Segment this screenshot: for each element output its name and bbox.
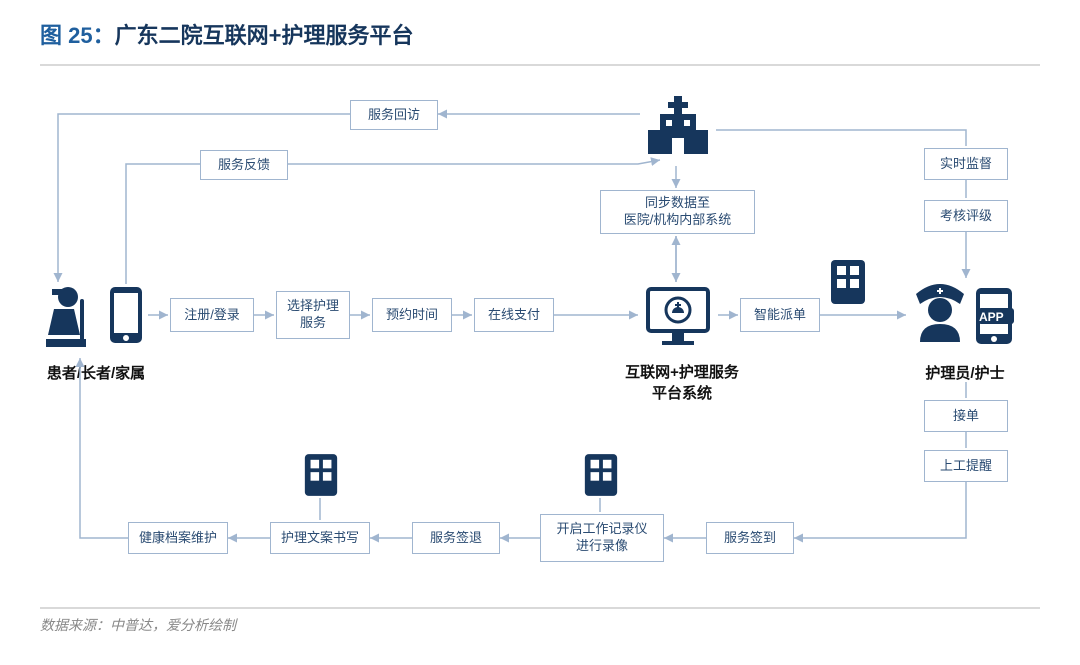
platform-l2: 平台系统 xyxy=(652,385,712,402)
footer-divider xyxy=(40,607,1040,609)
box-checkout: 服务签退 xyxy=(412,522,500,554)
platform-label: 互联网+护理服务 平台系统 xyxy=(612,362,752,404)
tablet-platform-icon xyxy=(828,258,868,311)
diagram-canvas: 患者/长者/家属 同步数据至 医院/机构内部系统 xyxy=(40,60,1040,600)
platform-l1: 互联网+护理服务 xyxy=(625,364,739,381)
patient-label: 患者/长者/家属 xyxy=(26,362,166,383)
app-text: APP xyxy=(979,310,1004,324)
box-register: 注册/登录 xyxy=(170,298,254,332)
footer-source: 数据来源：中普达，爱分析绘制 xyxy=(0,615,1080,649)
box-service-revisit: 服务回访 xyxy=(350,100,438,130)
box-nursing-doc: 护理文案书写 xyxy=(270,522,370,554)
box-book: 预约时间 xyxy=(372,298,452,332)
box-supervise: 实时监督 xyxy=(924,148,1008,180)
title-main: 广东二院互联网+护理服务平台 xyxy=(115,23,414,48)
platform-icon xyxy=(642,285,714,354)
phone-icon xyxy=(106,285,146,350)
box-choose: 选择护理 服务 xyxy=(276,291,350,339)
nurse-icon xyxy=(910,280,970,355)
hospital-icon xyxy=(642,90,714,167)
box-sync-data: 同步数据至 医院/机构内部系统 xyxy=(600,190,755,234)
box-rating: 考核评级 xyxy=(924,200,1008,232)
box-service-feedback: 服务反馈 xyxy=(200,150,288,180)
patient-icon xyxy=(40,285,100,360)
tablet-icon-1 xyxy=(302,452,340,503)
nurse-label: 护理员/护士 xyxy=(910,362,1020,383)
box-dispatch: 智能派单 xyxy=(740,298,820,332)
figure-title: 图 25：广东二院互联网+护理服务平台 xyxy=(40,23,413,48)
rec-l2: 进行录像 xyxy=(576,538,628,555)
box-pay: 在线支付 xyxy=(474,298,554,332)
box-reminder: 上工提醒 xyxy=(924,450,1008,482)
sync-l2: 医院/机构内部系统 xyxy=(624,212,732,229)
tablet-icon-2 xyxy=(582,452,620,503)
box-take-order: 接单 xyxy=(924,400,1008,432)
sync-l1: 同步数据至 xyxy=(645,195,710,212)
box-recorder: 开启工作记录仪 进行录像 xyxy=(540,514,664,562)
box-checkin: 服务签到 xyxy=(706,522,794,554)
title-prefix: 图 25： xyxy=(40,23,115,48)
title-bar: 图 25：广东二院互联网+护理服务平台 xyxy=(0,0,1080,60)
rec-l1: 开启工作记录仪 xyxy=(556,521,647,538)
box-health-record: 健康档案维护 xyxy=(128,522,228,554)
app-phone-icon: APP xyxy=(972,286,1016,351)
